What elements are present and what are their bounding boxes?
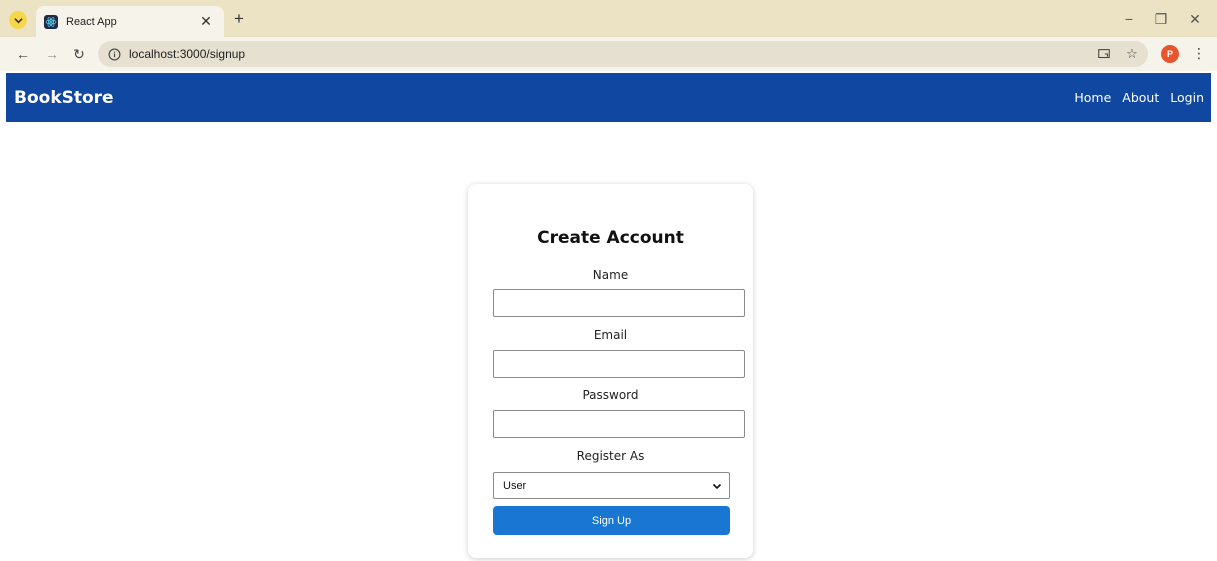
- minimize-icon[interactable]: −: [1118, 8, 1140, 30]
- info-icon[interactable]: [107, 47, 121, 61]
- name-input[interactable]: [493, 289, 745, 317]
- chevron-down-icon: [711, 480, 723, 492]
- forward-arrow-icon[interactable]: →: [43, 45, 61, 63]
- tab-search-button[interactable]: [9, 11, 27, 29]
- nav-link-login[interactable]: Login: [1170, 90, 1204, 105]
- browser-tab-strip: React App ✕ + − ❐ ✕: [0, 0, 1217, 37]
- email-label: Email: [593, 328, 628, 342]
- signup-card: Create Account Name Email Password Regis…: [468, 184, 753, 558]
- password-label: Password: [582, 388, 639, 402]
- close-icon[interactable]: ✕: [198, 14, 214, 30]
- reload-icon[interactable]: ↻: [70, 45, 88, 63]
- profile-avatar[interactable]: P: [1161, 45, 1179, 63]
- name-label: Name: [592, 268, 629, 282]
- plus-icon[interactable]: +: [230, 9, 248, 28]
- brand-logo[interactable]: BookStore: [14, 88, 114, 108]
- register-as-label: Register As: [576, 449, 645, 463]
- window-close-icon[interactable]: ✕: [1184, 8, 1206, 30]
- url-text: localhost:3000/signup: [129, 47, 246, 61]
- email-input[interactable]: [493, 350, 745, 378]
- register-as-select[interactable]: User: [493, 472, 730, 499]
- nav-link-home[interactable]: Home: [1074, 90, 1111, 105]
- sign-up-button[interactable]: Sign Up: [493, 506, 730, 535]
- address-bar[interactable]: localhost:3000/signup ☆: [98, 41, 1148, 67]
- restore-icon[interactable]: ❐: [1150, 8, 1172, 30]
- kebab-menu-icon[interactable]: ⋮: [1190, 45, 1208, 63]
- password-input[interactable]: [493, 410, 745, 438]
- browser-tab[interactable]: React App ✕: [36, 6, 224, 37]
- page-title: Create Account: [537, 228, 684, 248]
- react-logo-icon: [44, 14, 58, 29]
- chevron-down-icon: [13, 17, 23, 23]
- back-arrow-icon[interactable]: ←: [14, 45, 32, 63]
- browser-toolbar: ← → ↻ localhost:3000/signup ☆ P ⋮: [0, 37, 1217, 71]
- star-icon[interactable]: ☆: [1124, 46, 1140, 62]
- cast-icon[interactable]: [1096, 46, 1112, 62]
- register-as-selected-value: User: [503, 479, 527, 492]
- tab-title: React App: [66, 15, 117, 28]
- nav-link-about[interactable]: About: [1122, 90, 1159, 105]
- app-navbar: BookStore Home About Login: [6, 73, 1211, 122]
- nav-links: Home About Login: [1074, 90, 1204, 105]
